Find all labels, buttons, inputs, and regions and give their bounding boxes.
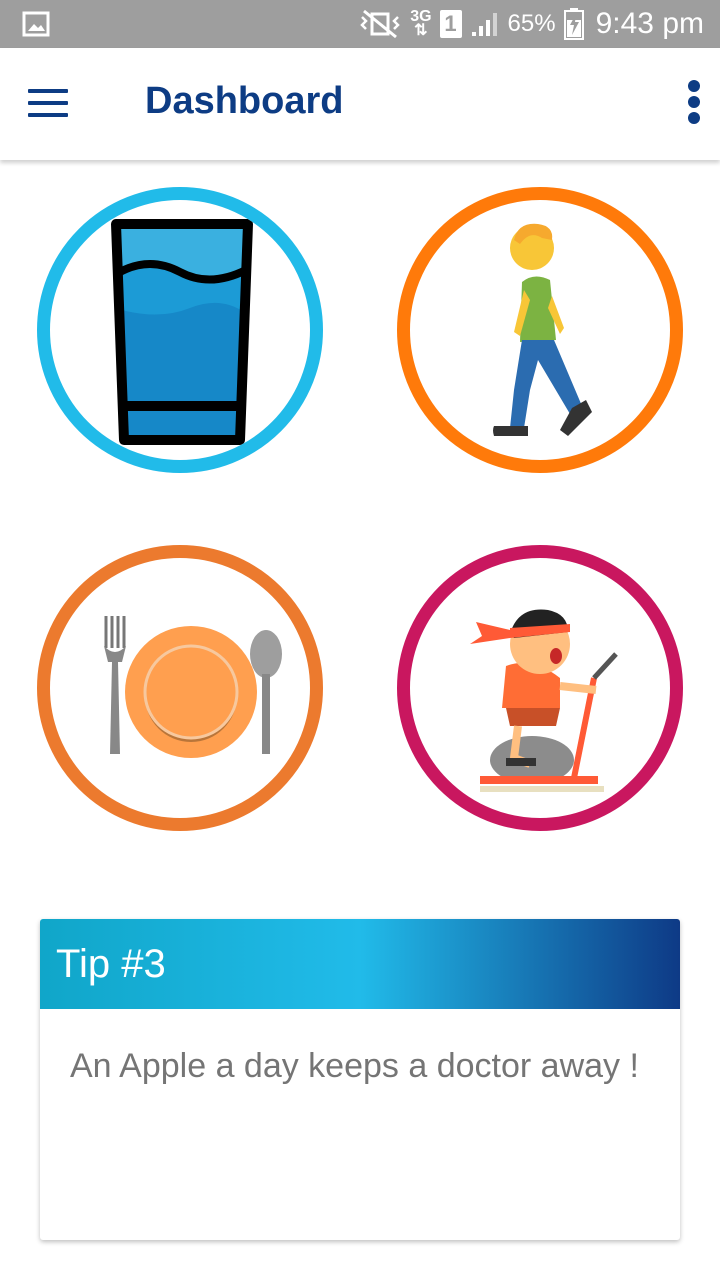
sim-icon: 1 [439, 10, 462, 38]
page-title: Dashboard [145, 80, 344, 122]
meal-tile-button[interactable] [37, 545, 323, 831]
battery-charging-icon [563, 8, 584, 40]
battery-percent: 65% [507, 10, 556, 37]
hamburger-icon[interactable] [28, 89, 68, 119]
signal-icon [471, 13, 497, 36]
gallery-icon [22, 11, 50, 37]
app-bar: Dashboard [0, 48, 720, 160]
water-tile-button[interactable] [37, 187, 323, 473]
status-bar: 3G ⇅ 1 65% 9:43 pm [0, 0, 720, 48]
mute-vibrate-icon [360, 9, 400, 39]
tip-text: An Apple a day keeps a doctor away ! [70, 1047, 639, 1085]
exercise-tile-button[interactable] [397, 545, 683, 831]
elliptical-trainer-icon [470, 609, 618, 792]
water-glass-icon [111, 219, 253, 445]
network-3g-icon: 3G ⇅ [410, 8, 432, 39]
overflow-menu-icon[interactable] [686, 80, 702, 128]
tip-card: Tip #3 An Apple a day keeps a doctor awa… [40, 919, 680, 1240]
plate-cutlery-icon [104, 616, 282, 758]
tip-title: Tip #3 [56, 941, 166, 986]
clock: 9:43 pm [595, 7, 704, 40]
walking-tile-button[interactable] [397, 187, 683, 473]
tip-card-header: Tip #3 [40, 919, 680, 1009]
walking-person-icon [493, 223, 592, 436]
